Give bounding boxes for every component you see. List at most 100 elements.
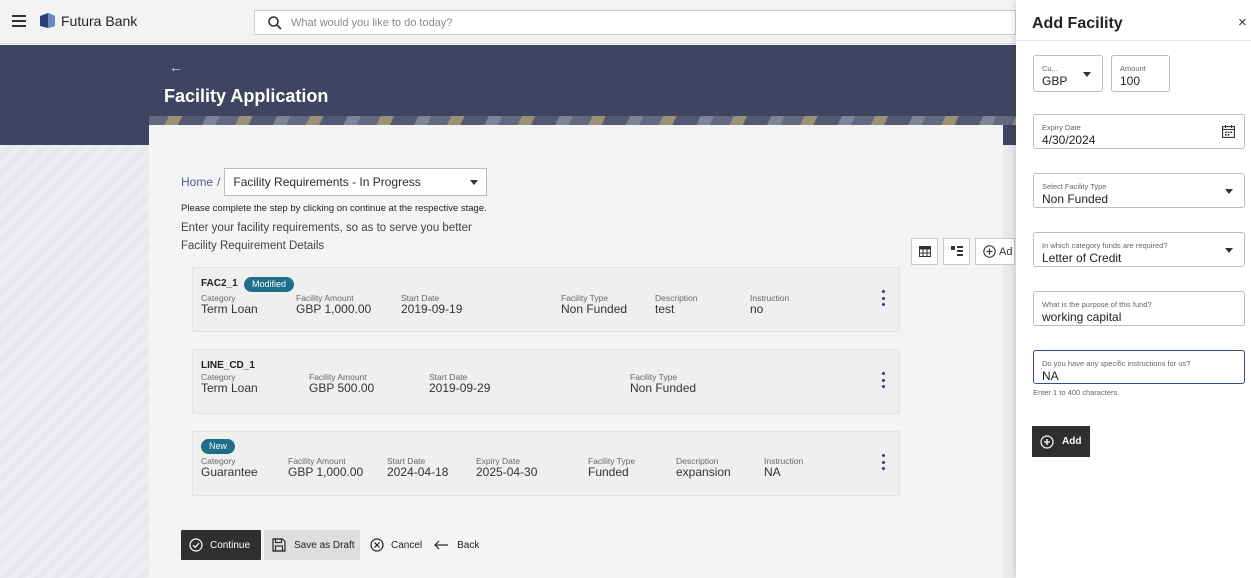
facility-card: FAC2_1 Modified Category Term Loan Facili… xyxy=(192,267,900,332)
currency-label: Cu... xyxy=(1042,64,1058,73)
decorative-strip xyxy=(149,116,1016,125)
menu-icon[interactable] xyxy=(12,15,26,27)
expiry-date-value: 4/30/2024 xyxy=(1042,133,1096,147)
search-icon xyxy=(268,15,282,30)
chevron-down-icon xyxy=(1225,248,1233,253)
description-field: Description expansion xyxy=(676,456,731,479)
close-icon[interactable]: × xyxy=(1238,14,1247,31)
expiry-date-field: Expiry Date 2025-04-30 xyxy=(476,456,538,479)
facility-type-field: Facility Type Non Funded xyxy=(630,372,697,395)
category-field: Category Term Loan xyxy=(201,293,258,316)
chevron-down-icon xyxy=(470,180,479,185)
back-arrow-icon[interactable]: ← xyxy=(169,59,183,75)
character-limit-hint: Enter 1 to 400 characters. xyxy=(1033,388,1120,397)
check-circle-icon xyxy=(189,538,203,552)
facility-type-value: Non Funded xyxy=(1042,192,1109,206)
start-date-field: Start Date 2024-04-18 xyxy=(387,456,449,479)
cancel-label: Cancel xyxy=(391,539,423,551)
stage-dropdown-value: Facility Requirements - In Progress xyxy=(233,175,421,189)
status-badge: New xyxy=(201,439,236,454)
save-draft-button[interactable]: Save as Draft xyxy=(264,530,360,560)
breadcrumb: Home / Facility Requirements - In Progre… xyxy=(181,168,488,196)
chevron-down-icon xyxy=(1083,72,1091,77)
instruction-text: Please complete the step by clicking on … xyxy=(181,203,487,214)
continue-label: Continue xyxy=(210,539,251,551)
grid-view-button[interactable] xyxy=(911,238,938,265)
instruction-field: Instruction NA xyxy=(764,456,804,479)
top-bar: Futura Bank What would you like to do to… xyxy=(0,0,1016,44)
facility-id: LINE_CD_1 xyxy=(201,360,255,371)
instruction-field: Instruction no xyxy=(750,293,790,316)
add-facility-label: Ad xyxy=(999,245,1013,258)
amount-field: Facility Amount GBP 1,000.00 xyxy=(296,293,372,316)
add-button[interactable]: Add xyxy=(1032,426,1090,457)
purpose-field[interactable]: What is the purpose of this fund? workin… xyxy=(1033,291,1245,326)
chevron-down-icon xyxy=(1225,189,1233,194)
save-icon xyxy=(272,538,286,552)
amount-field[interactable]: Amount 100 xyxy=(1111,55,1170,92)
subtitle-text: Enter your facility requirements, so as … xyxy=(181,222,472,234)
main-panel: Home / Facility Requirements - In Progre… xyxy=(149,125,1015,578)
status-badge: Modified xyxy=(244,277,295,292)
kebab-menu-icon[interactable] xyxy=(882,454,886,470)
description-field: Description test xyxy=(655,293,698,316)
breadcrumb-separator: / xyxy=(217,175,221,189)
plus-circle-icon xyxy=(983,245,996,258)
facility-type-field: Facility Type Funded xyxy=(588,456,636,479)
save-draft-label: Save as Draft xyxy=(294,539,355,551)
amount-label: Amount xyxy=(1120,64,1146,73)
page-title: Facility Application xyxy=(164,86,329,106)
fund-category-label: In which category funds are required? xyxy=(1042,241,1168,250)
calendar-icon[interactable] xyxy=(1222,125,1235,138)
breadcrumb-home-link[interactable]: Home xyxy=(181,175,213,189)
category-field: Category Term Loan xyxy=(201,372,258,395)
add-facility-button[interactable]: Ad xyxy=(975,238,1015,265)
instructions-value: NA xyxy=(1042,369,1059,383)
drawer-title: Add Facility xyxy=(1032,15,1123,32)
fund-category-value: Letter of Credit xyxy=(1042,251,1122,265)
divider xyxy=(1016,40,1251,41)
kebab-menu-icon[interactable] xyxy=(882,290,886,306)
purpose-value: working capital xyxy=(1042,310,1122,324)
currency-select[interactable]: Cu... GBP xyxy=(1033,55,1103,92)
amount-field: Facility Amount GBP 1,000.00 xyxy=(288,456,364,479)
back-label: Back xyxy=(457,539,480,551)
bank-logo-icon xyxy=(40,13,55,28)
stage-dropdown[interactable]: Facility Requirements - In Progress xyxy=(224,168,488,196)
cancel-button[interactable]: Cancel xyxy=(370,530,422,560)
search-placeholder: What would you like to do today? xyxy=(291,16,453,29)
back-button[interactable]: Back xyxy=(434,530,479,560)
continue-button[interactable]: Continue xyxy=(181,530,261,560)
start-date-field: Start Date 2019-09-29 xyxy=(429,372,491,395)
instructions-field[interactable]: Do you have any specific instructions fo… xyxy=(1033,350,1245,384)
plus-circle-icon xyxy=(1040,434,1054,449)
expiry-date-label: Expiry Date xyxy=(1042,123,1081,132)
section-title: Facility Requirement Details xyxy=(181,240,325,252)
fund-category-select[interactable]: In which category funds are required? Le… xyxy=(1033,232,1245,267)
amount-field: Facility Amount GBP 500.00 xyxy=(309,372,375,395)
list-view-button[interactable] xyxy=(943,238,970,265)
back-arrow-icon xyxy=(434,540,449,550)
category-field: Category Guarantee xyxy=(201,456,258,479)
add-button-label: Add xyxy=(1062,436,1082,447)
search-bar[interactable]: What would you like to do today? xyxy=(254,10,1016,35)
add-facility-drawer: Add Facility × Cu... GBP Amount 100 Expi… xyxy=(1016,0,1251,578)
currency-value: GBP xyxy=(1042,74,1068,88)
expiry-date-field[interactable]: Expiry Date 4/30/2024 xyxy=(1033,114,1245,149)
amount-value: 100 xyxy=(1120,74,1141,88)
instructions-label: Do you have any specific instructions fo… xyxy=(1042,359,1191,368)
brand-name[interactable]: Futura Bank xyxy=(61,13,137,29)
facility-id: FAC2_1 xyxy=(201,278,238,289)
facility-card: New Category Guarantee Facility Amount GBP… xyxy=(192,431,900,496)
action-bar: Continue Save as Draft Cancel Back xyxy=(181,530,479,560)
kebab-menu-icon[interactable] xyxy=(882,372,886,388)
background-gutter xyxy=(1003,145,1016,578)
facility-card: LINE_CD_1 Category Term Loan Facility Amo… xyxy=(192,349,900,414)
facility-type-select[interactable]: Select Facility Type Non Funded xyxy=(1033,173,1245,208)
purpose-label: What is the purpose of this fund? xyxy=(1042,300,1152,309)
start-date-field: Start Date 2019-09-19 xyxy=(401,293,463,316)
background-pattern xyxy=(0,145,149,578)
cancel-circle-icon xyxy=(370,538,384,552)
facility-type-field: Facility Type Non Funded xyxy=(561,293,628,316)
view-toggle-group: Ad xyxy=(911,238,1015,265)
